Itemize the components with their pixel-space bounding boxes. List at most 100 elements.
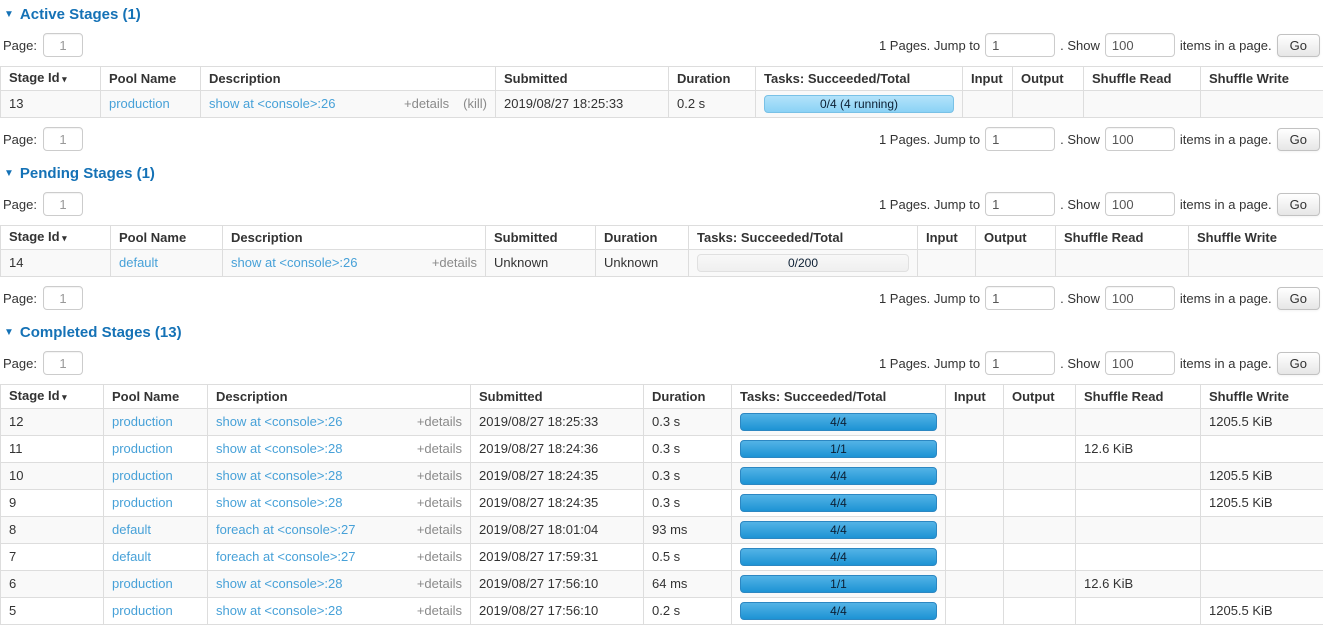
page-number-input[interactable]: [43, 192, 83, 216]
jump-to-page-input[interactable]: [985, 351, 1055, 375]
pool-name-link[interactable]: default: [112, 522, 151, 537]
column-header-duration[interactable]: Duration: [644, 385, 732, 409]
show-items-input[interactable]: [1105, 351, 1175, 375]
pool-name-link[interactable]: production: [112, 495, 173, 510]
stage-description-link[interactable]: show at <console>:28: [216, 577, 342, 591]
stage-description-link[interactable]: show at <console>:26: [216, 415, 342, 429]
column-header-shuffle-read[interactable]: Shuffle Read: [1076, 385, 1201, 409]
items-per-page-label: items in a page.: [1180, 291, 1272, 306]
jump-to-page-input[interactable]: [985, 192, 1055, 216]
show-items-input[interactable]: [1105, 33, 1175, 57]
column-header-stage-id[interactable]: Stage Id ▾: [1, 385, 104, 409]
page-number-input[interactable]: [43, 127, 83, 151]
stage-row: 10 production show at <console>:28 +deta…: [1, 463, 1323, 490]
go-button[interactable]: Go: [1277, 352, 1320, 375]
details-toggle-link[interactable]: +details: [417, 577, 462, 591]
pending-stages-header[interactable]: ▼ Pending Stages (1): [4, 165, 1323, 183]
go-button[interactable]: Go: [1277, 34, 1320, 57]
details-toggle-link[interactable]: +details: [417, 604, 462, 618]
show-items-input[interactable]: [1105, 127, 1175, 151]
column-header-pool-name[interactable]: Pool Name: [101, 67, 201, 91]
active-stages-header[interactable]: ▼ Active Stages (1): [4, 6, 1323, 24]
column-header-description[interactable]: Description: [201, 67, 496, 91]
go-button[interactable]: Go: [1277, 193, 1320, 216]
pool-name-link[interactable]: production: [109, 96, 170, 111]
task-progress-label: 1/1: [830, 442, 847, 456]
description-cell: show at <console>:28 +details: [208, 571, 471, 598]
page-number-input[interactable]: [43, 351, 83, 375]
column-header-shuffle-read[interactable]: Shuffle Read: [1056, 226, 1189, 250]
pool-name-link[interactable]: default: [119, 255, 158, 270]
column-header-submitted[interactable]: Submitted: [496, 67, 669, 91]
pool-name-link[interactable]: production: [112, 576, 173, 591]
column-header-submitted[interactable]: Submitted: [486, 226, 596, 250]
stage-description-link[interactable]: show at <console>:28: [216, 496, 342, 510]
go-button[interactable]: Go: [1277, 287, 1320, 310]
kill-link[interactable]: (kill): [463, 97, 487, 111]
page-number-input[interactable]: [43, 286, 83, 310]
completed-stages-header[interactable]: ▼ Completed Stages (13): [4, 324, 1323, 342]
stage-description-link[interactable]: show at <console>:26: [231, 256, 357, 270]
pages-count-text: 1 Pages. Jump to: [879, 197, 980, 212]
details-toggle-link[interactable]: +details: [417, 469, 462, 483]
stage-description-link[interactable]: show at <console>:28: [216, 469, 342, 483]
submitted-cell: 2019/08/27 18:25:33: [496, 91, 669, 118]
tasks-cell: 4/4: [732, 463, 946, 490]
details-toggle-link[interactable]: +details: [417, 442, 462, 456]
pool-name-link[interactable]: production: [112, 603, 173, 618]
column-header-tasks-succeeded-total[interactable]: Tasks: Succeeded/Total: [732, 385, 946, 409]
pool-name-link[interactable]: production: [112, 468, 173, 483]
column-header-tasks-succeeded-total[interactable]: Tasks: Succeeded/Total: [689, 226, 918, 250]
column-header-pool-name[interactable]: Pool Name: [104, 385, 208, 409]
column-header-input[interactable]: Input: [918, 226, 976, 250]
stage-description-link[interactable]: foreach at <console>:27: [216, 523, 356, 537]
details-toggle-link[interactable]: +details: [417, 550, 462, 564]
column-header-input[interactable]: Input: [946, 385, 1004, 409]
column-header-duration[interactable]: Duration: [596, 226, 689, 250]
column-header-pool-name[interactable]: Pool Name: [111, 226, 223, 250]
page-number-input[interactable]: [43, 33, 83, 57]
show-items-input[interactable]: [1105, 192, 1175, 216]
column-header-description[interactable]: Description: [223, 226, 486, 250]
details-toggle-link[interactable]: +details: [432, 256, 477, 270]
details-toggle-link[interactable]: +details: [417, 496, 462, 510]
column-header-shuffle-write[interactable]: Shuffle Write: [1201, 67, 1323, 91]
pool-name-link[interactable]: default: [112, 549, 151, 564]
jump-to-page-input[interactable]: [985, 286, 1055, 310]
show-items-input[interactable]: [1105, 286, 1175, 310]
show-label: . Show: [1060, 197, 1100, 212]
column-header-shuffle-write[interactable]: Shuffle Write: [1189, 226, 1323, 250]
go-button[interactable]: Go: [1277, 128, 1320, 151]
column-header-description[interactable]: Description: [208, 385, 471, 409]
show-label: . Show: [1060, 291, 1100, 306]
column-header-submitted[interactable]: Submitted: [471, 385, 644, 409]
column-header-shuffle-write[interactable]: Shuffle Write: [1201, 385, 1323, 409]
pool-name-link[interactable]: production: [112, 441, 173, 456]
column-header-output[interactable]: Output: [1004, 385, 1076, 409]
shuffle-write-cell: [1201, 91, 1323, 118]
pool-name-cell: production: [104, 436, 208, 463]
stage-description-link[interactable]: show at <console>:28: [216, 604, 342, 618]
column-header-stage-id[interactable]: Stage Id ▾: [1, 226, 111, 250]
stage-description-link[interactable]: show at <console>:26: [209, 97, 335, 111]
column-header-duration[interactable]: Duration: [669, 67, 756, 91]
details-toggle-link[interactable]: +details: [404, 97, 449, 111]
column-header-tasks-succeeded-total[interactable]: Tasks: Succeeded/Total: [756, 67, 963, 91]
pool-name-cell: default: [111, 250, 223, 277]
column-header-output[interactable]: Output: [1013, 67, 1084, 91]
details-toggle-link[interactable]: +details: [417, 415, 462, 429]
pool-name-cell: default: [104, 517, 208, 544]
column-header-stage-id[interactable]: Stage Id ▾: [1, 67, 101, 91]
shuffle-write-cell: [1189, 250, 1323, 277]
column-header-shuffle-read[interactable]: Shuffle Read: [1084, 67, 1201, 91]
details-toggle-link[interactable]: +details: [417, 523, 462, 537]
column-header-output[interactable]: Output: [976, 226, 1056, 250]
jump-to-page-input[interactable]: [985, 127, 1055, 151]
jump-to-page-input[interactable]: [985, 33, 1055, 57]
stage-description-link[interactable]: foreach at <console>:27: [216, 550, 356, 564]
tasks-cell: 0/4 (4 running): [756, 91, 963, 118]
stage-description-link[interactable]: show at <console>:28: [216, 442, 342, 456]
column-header-input[interactable]: Input: [963, 67, 1013, 91]
duration-cell: 0.3 s: [644, 409, 732, 436]
pool-name-link[interactable]: production: [112, 414, 173, 429]
